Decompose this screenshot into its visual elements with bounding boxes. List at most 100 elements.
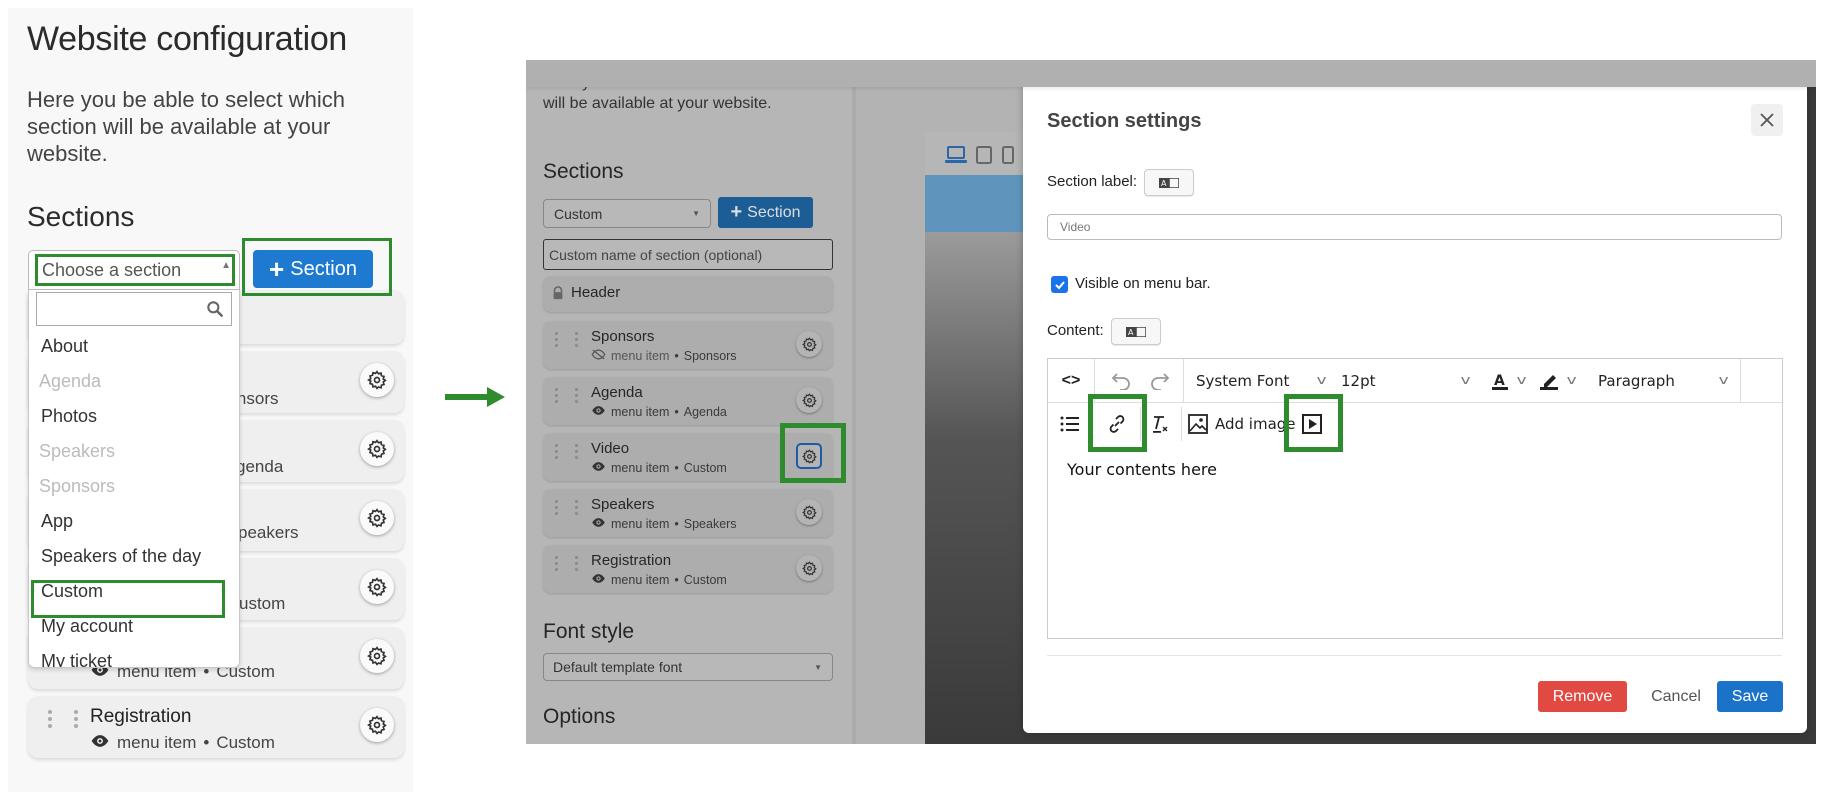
arrow-right-icon	[445, 385, 505, 414]
mobile-icon[interactable]	[1002, 146, 1014, 169]
drag-handle-icon[interactable]	[575, 444, 578, 459]
gear-icon[interactable]	[360, 570, 394, 604]
section-name: Video	[591, 440, 630, 457]
dropdown-item[interactable]: Speakers of the day	[41, 546, 201, 567]
translate-button[interactable]: A	[1144, 169, 1194, 196]
gear-icon[interactable]	[796, 387, 822, 413]
redo-icon	[1151, 373, 1170, 390]
chevron-down-icon: v	[1316, 373, 1327, 387]
section-card-speakers[interactable]: Speakers menu item • Speakers	[543, 489, 833, 537]
drag-handle-icon[interactable]	[555, 332, 558, 347]
options-heading: Options	[543, 705, 616, 728]
block-format-select[interactable]: Paragraph	[1598, 359, 1675, 403]
dropdown-item[interactable]: App	[41, 511, 73, 532]
clear-formatting-button[interactable]	[1146, 403, 1174, 445]
dropdown-item[interactable]: My ticket	[41, 651, 112, 667]
font-style-select[interactable]: Default template font ▼	[543, 653, 833, 681]
section-meta: menu item • Speakers	[591, 517, 737, 531]
chevron-down-icon: v	[1516, 373, 1527, 387]
section-label-input[interactable]: Video	[1047, 214, 1782, 240]
section-card-sponsors[interactable]: Sponsors menu item • Sponsors	[543, 321, 833, 369]
check-icon	[1054, 280, 1065, 289]
custom-name-input[interactable]: Custom name of section (optional)	[543, 239, 833, 270]
caret-down-icon: ▼	[814, 662, 822, 672]
eye-slash-icon	[591, 349, 606, 363]
add-section-highlight: + Section	[242, 238, 392, 296]
search-icon	[205, 299, 225, 324]
drag-handle-icon[interactable]	[555, 444, 558, 459]
website-config-panel: Website configuration Here you be able t…	[8, 8, 413, 792]
translate-button[interactable]: A	[1111, 318, 1161, 345]
section-settings-modal: Section settings Section label: A Video …	[1023, 82, 1807, 733]
section-type: peakers	[238, 523, 299, 542]
drag-handle-icon[interactable]	[555, 500, 558, 515]
dropdown-search-input[interactable]	[36, 292, 232, 326]
gear-icon[interactable]	[360, 708, 394, 742]
redo-button[interactable]	[1143, 359, 1177, 403]
close-icon	[1760, 113, 1774, 127]
gear-icon[interactable]	[796, 331, 822, 357]
section-meta: menu item • Custom	[90, 733, 275, 753]
remove-button[interactable]: Remove	[1538, 681, 1627, 712]
drag-handle-icon[interactable]	[575, 388, 578, 403]
video-button-highlight	[1284, 394, 1343, 452]
dropdown-item[interactable]: My account	[41, 616, 133, 637]
dropdown-item[interactable]: Photos	[41, 406, 97, 427]
desktop-icon[interactable]	[945, 146, 967, 169]
dropdown-item-disabled: Agenda	[39, 371, 102, 391]
caret-up-icon: ▲	[221, 260, 231, 271]
drag-handle-icon[interactable]	[575, 556, 578, 571]
translate-icon: A	[1159, 177, 1179, 188]
add-image-button[interactable]: Add image	[1188, 403, 1296, 445]
dropdown-item-disabled: Speakers	[39, 441, 116, 461]
gear-icon[interactable]	[796, 555, 822, 581]
chevron-down-icon: v	[1718, 373, 1729, 387]
eye-icon	[90, 733, 110, 753]
add-section-button[interactable]: + Section	[718, 197, 813, 228]
highlight-color-button[interactable]	[1537, 359, 1561, 403]
section-card-registration[interactable]: Registration menu item • Custom	[28, 696, 404, 758]
section-meta: menu item • Custom	[591, 573, 727, 587]
gear-icon[interactable]	[360, 639, 394, 673]
section-select[interactable]: Custom ▼	[543, 199, 711, 228]
cancel-button[interactable]: Cancel	[1647, 681, 1705, 712]
video-gear-highlight	[780, 423, 846, 483]
font-size-select[interactable]: 12pt	[1341, 359, 1376, 403]
drag-handle-icon[interactable]	[555, 556, 558, 571]
section-select[interactable]: Choose a section ▲	[28, 250, 240, 290]
gear-icon[interactable]	[796, 499, 822, 525]
text-color-button[interactable]: A	[1488, 359, 1512, 403]
highlighter-icon	[1540, 375, 1558, 390]
drag-handle-icon[interactable]	[555, 388, 558, 403]
drag-handle-icon[interactable]	[575, 332, 578, 347]
drag-handle-icon[interactable]	[575, 500, 578, 515]
visible-checkbox-label: Visible on menu bar.	[1075, 275, 1211, 292]
section-meta: menu item • Agenda	[591, 405, 727, 419]
undo-icon	[1111, 373, 1130, 390]
section-card-registration[interactable]: Registration menu item • Custom	[543, 545, 833, 593]
font-family-select[interactable]: System Font	[1196, 359, 1289, 403]
page-description: Here you be able to select which section…	[27, 87, 345, 166]
chevron-down-icon: v	[1566, 373, 1577, 387]
close-button[interactable]	[1751, 104, 1783, 136]
dropdown-item-custom[interactable]: Custom	[41, 581, 103, 602]
eye-icon	[591, 573, 606, 587]
drag-handle-icon[interactable]	[74, 710, 78, 728]
drag-handle-icon[interactable]	[48, 710, 52, 728]
svg-text:A: A	[1161, 179, 1167, 188]
editor-content[interactable]: Your contents here	[1067, 460, 1217, 479]
save-button[interactable]: Save	[1717, 681, 1783, 712]
image-icon	[1188, 414, 1208, 434]
gear-icon[interactable]	[360, 363, 394, 397]
svg-text:A: A	[1128, 328, 1134, 337]
tablet-icon[interactable]	[976, 146, 992, 169]
gear-icon[interactable]	[360, 432, 394, 466]
visible-checkbox[interactable]	[1051, 276, 1068, 293]
gear-icon[interactable]	[360, 501, 394, 535]
add-section-button[interactable]: + Section	[253, 250, 373, 288]
link-button-highlight	[1088, 394, 1147, 452]
section-card-agenda[interactable]: Agenda menu item • Agenda	[543, 377, 833, 425]
lock-icon	[551, 286, 565, 305]
bullet-list-button[interactable]	[1056, 403, 1084, 445]
dropdown-item[interactable]: About	[41, 336, 88, 357]
